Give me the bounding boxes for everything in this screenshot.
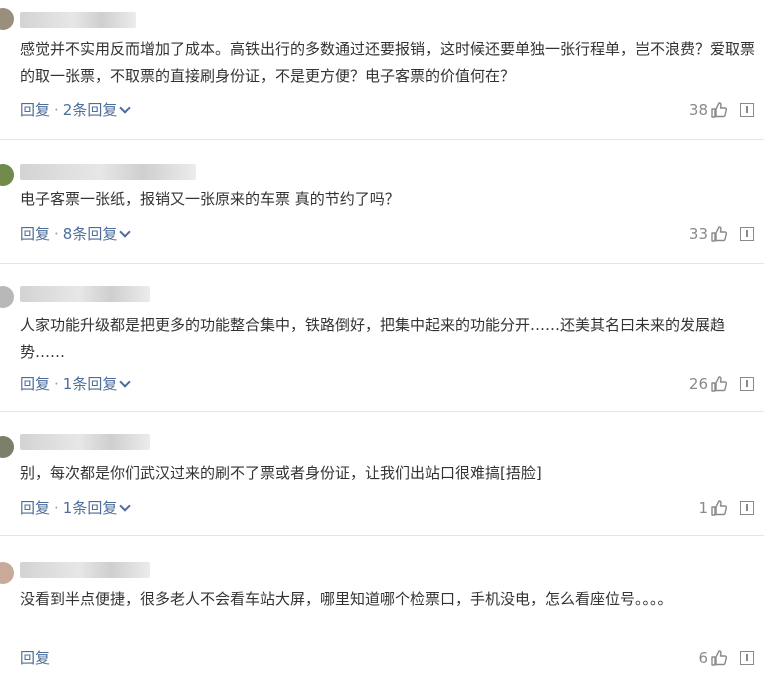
separator: · (54, 375, 59, 393)
reply-count: 8条回复 (62, 225, 118, 243)
chevron-down-icon (119, 500, 132, 512)
reply-button[interactable]: 回复 (20, 375, 50, 393)
comment-meta: 33 (689, 224, 754, 244)
reply-button[interactable]: 回复 (20, 649, 50, 667)
comment-actions: 回复 (20, 648, 50, 668)
view-replies-link[interactable]: 1条回复 (62, 499, 132, 517)
avatar[interactable] (0, 8, 14, 30)
comment-text: 人家功能升级都是把更多的功能整合集中，铁路倒好，把集中起来的功能分开……还美其名… (20, 316, 726, 361)
thumbs-up-icon[interactable] (710, 649, 728, 667)
report-icon[interactable] (740, 501, 754, 515)
comment-item: 没看到半点便捷，很多老人不会看车站大屏，哪里知道哪个检票口，手机没电，怎么看座位… (0, 536, 764, 674)
username-blurred[interactable] (20, 286, 150, 302)
comment-item: 感觉并不实用反而增加了成本。高铁出行的多数通过还要报销，这时候还要单独一张行程单… (0, 0, 764, 140)
comment-meta: 38 (689, 100, 754, 120)
view-replies-link[interactable]: 2条回复 (62, 101, 132, 119)
comment-item: 电子客票一张纸，报销又一张原来的车票 真的节约了吗？ 回复 · 8条回复 33 (0, 140, 764, 264)
comment-text: 电子客票一张纸，报销又一张原来的车票 真的节约了吗？ (20, 190, 400, 208)
view-replies-link[interactable]: 8条回复 (62, 225, 132, 243)
comment-meta: 26 (689, 374, 754, 394)
separator: · (54, 499, 59, 517)
report-icon[interactable] (740, 377, 754, 391)
avatar[interactable] (0, 436, 14, 458)
comment-list: 感觉并不实用反而增加了成本。高铁出行的多数通过还要报销，这时候还要单独一张行程单… (0, 0, 764, 674)
comment-meta: 6 (698, 648, 754, 668)
chevron-down-icon (119, 102, 132, 114)
thumbs-up-icon[interactable] (710, 375, 728, 393)
avatar[interactable] (0, 286, 14, 308)
report-icon[interactable] (740, 103, 754, 117)
separator: · (54, 225, 59, 243)
thumbs-up-icon[interactable] (710, 101, 728, 119)
comment-item: 别，每次都是你们武汉过来的刷不了票或者身份证，让我们出站口很难搞[捂脸] 回复 ·… (0, 412, 764, 536)
username-blurred[interactable] (20, 12, 136, 28)
comment-meta: 1 (698, 498, 754, 518)
comment-actions: 回复 · 8条回复 (20, 224, 132, 244)
avatar[interactable] (0, 562, 14, 584)
comment-actions: 回复 · 1条回复 (20, 498, 132, 518)
reply-button[interactable]: 回复 (20, 225, 50, 243)
reply-count: 1条回复 (62, 499, 118, 517)
comment-text: 别，每次都是你们武汉过来的刷不了票或者身份证，让我们出站口很难搞[捂脸] (20, 464, 542, 482)
view-replies-link[interactable]: 1条回复 (62, 375, 132, 393)
reply-count: 2条回复 (62, 101, 118, 119)
reply-count: 1条回复 (62, 375, 118, 393)
reply-button[interactable]: 回复 (20, 499, 50, 517)
report-icon[interactable] (740, 227, 754, 241)
like-count: 6 (698, 649, 708, 667)
like-count: 38 (688, 101, 708, 119)
chevron-down-icon (119, 376, 132, 388)
reply-button[interactable]: 回复 (20, 101, 50, 119)
avatar[interactable] (0, 164, 14, 186)
comment-actions: 回复 · 2条回复 (20, 100, 132, 120)
comment-text: 没看到半点便捷，很多老人不会看车站大屏，哪里知道哪个检票口，手机没电，怎么看座位… (20, 590, 673, 608)
comment-actions: 回复 · 1条回复 (20, 374, 132, 394)
username-blurred[interactable] (20, 562, 150, 578)
username-blurred[interactable] (20, 164, 196, 180)
thumbs-up-icon[interactable] (710, 225, 728, 243)
like-count: 26 (688, 375, 708, 393)
username-blurred[interactable] (20, 434, 150, 450)
comment-text: 感觉并不实用反而增加了成本。高铁出行的多数通过还要报销，这时候还要单独一张行程单… (20, 40, 756, 85)
comment-item: 人家功能升级都是把更多的功能整合集中，铁路倒好，把集中起来的功能分开……还美其名… (0, 264, 764, 412)
report-icon[interactable] (740, 651, 754, 665)
like-count: 1 (698, 499, 708, 517)
chevron-down-icon (119, 226, 132, 238)
thumbs-up-icon[interactable] (710, 499, 728, 517)
like-count: 33 (688, 225, 708, 243)
separator: · (54, 101, 59, 119)
